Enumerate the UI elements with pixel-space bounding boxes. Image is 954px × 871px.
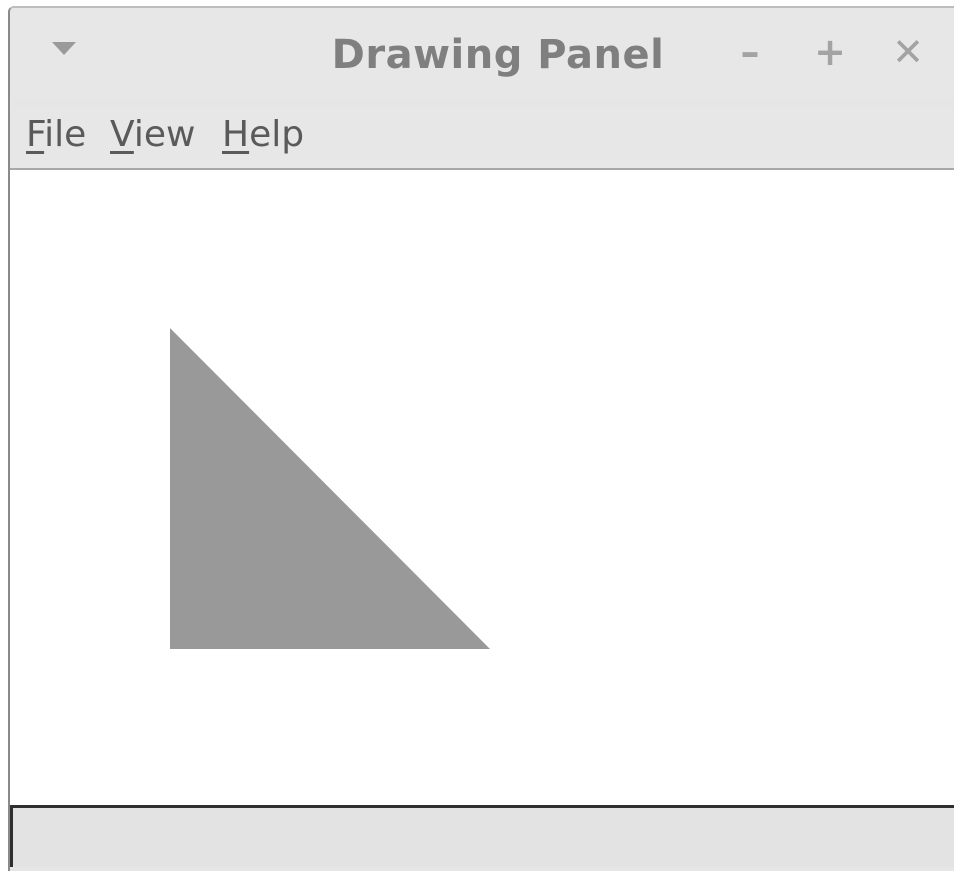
right-triangle-shape — [170, 328, 490, 649]
menu-file[interactable]: File — [26, 114, 86, 155]
title-bar[interactable]: Drawing Panel – + ✕ — [10, 8, 954, 98]
maximize-button[interactable]: + — [812, 32, 848, 72]
close-button[interactable]: ✕ — [890, 32, 926, 72]
window-title: Drawing Panel — [331, 32, 665, 78]
status-bar — [10, 805, 954, 867]
menu-view[interactable]: View — [110, 114, 195, 155]
canvas-svg — [170, 328, 490, 649]
menu-view-mnemonic: V — [110, 114, 134, 155]
drawing-panel-window: Drawing Panel – + ✕ File View Help — [8, 6, 954, 871]
menu-bar: File View Help — [10, 106, 954, 170]
menu-file-mnemonic: F — [26, 114, 45, 155]
window-menu-triangle-icon[interactable] — [50, 38, 78, 60]
minimize-button[interactable]: – — [732, 32, 768, 72]
menu-help-label: elp — [249, 114, 305, 155]
menu-help-mnemonic: H — [222, 114, 250, 155]
menu-view-label: iew — [133, 114, 196, 155]
menu-file-label: ile — [44, 114, 87, 155]
drawing-canvas[interactable] — [10, 170, 954, 805]
menu-help[interactable]: Help — [222, 114, 304, 155]
